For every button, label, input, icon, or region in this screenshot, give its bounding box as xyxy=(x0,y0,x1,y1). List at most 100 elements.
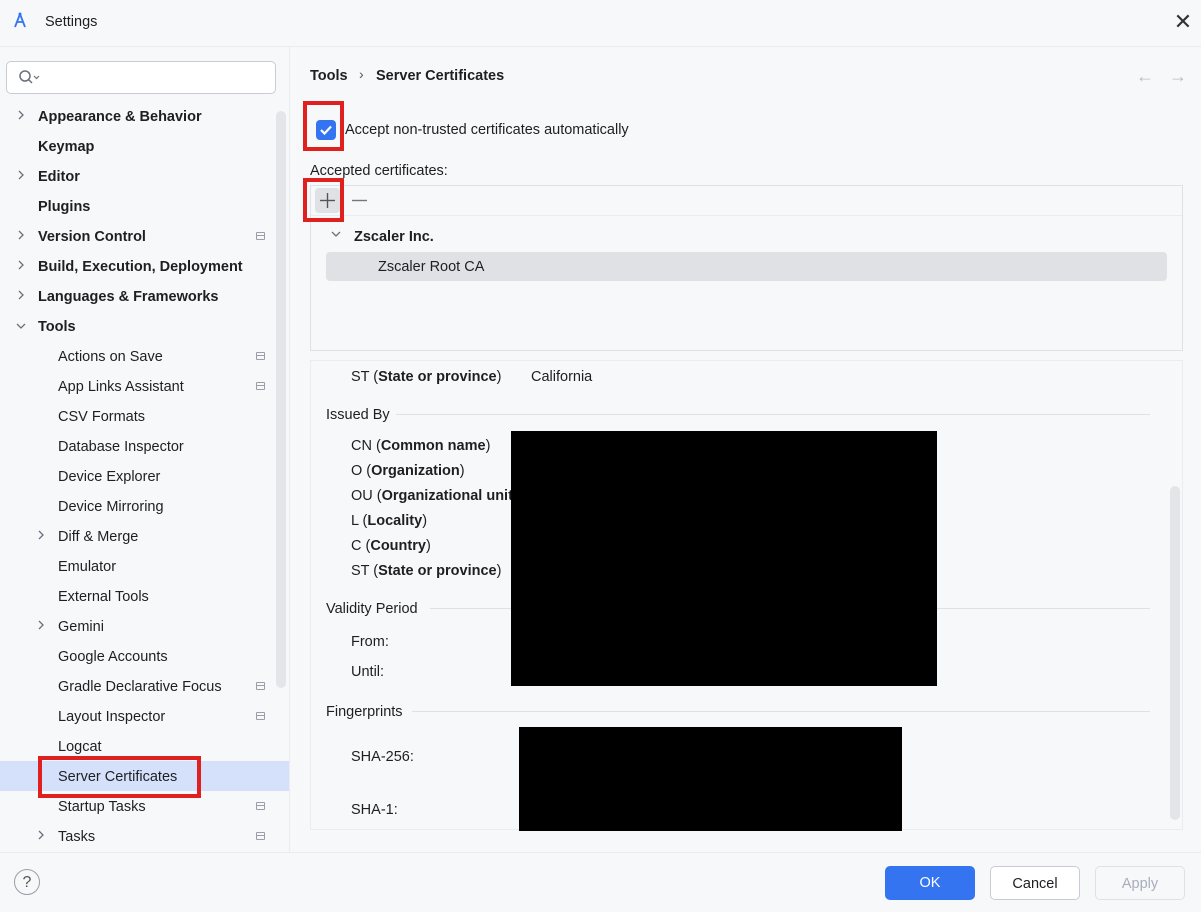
chevron-down-icon[interactable] xyxy=(15,312,27,342)
issuer-field: ST (State or province) xyxy=(351,563,502,579)
chevron-right-icon[interactable] xyxy=(35,822,47,852)
sidebar-item-label: App Links Assistant xyxy=(58,379,184,395)
toolbar-divider xyxy=(311,215,1182,216)
sidebar-item[interactable]: Editor xyxy=(0,162,289,192)
highlight-box-add xyxy=(303,178,344,222)
until-label: Until: xyxy=(351,664,385,680)
section-divider xyxy=(396,414,1150,415)
minus-icon xyxy=(352,199,367,202)
sidebar-item-label: Version Control xyxy=(38,229,146,245)
sidebar-item[interactable]: Version Control xyxy=(0,222,289,252)
sidebar-item-label: Keymap xyxy=(38,139,95,155)
sidebar-item-label: Gradle Declarative Focus xyxy=(58,679,222,695)
tree-group-zscaler[interactable]: Zscaler Inc. xyxy=(354,229,434,245)
tree-leaf-root-ca[interactable]: Zscaler Root CA xyxy=(378,259,484,275)
apply-button[interactable]: Apply xyxy=(1095,866,1185,900)
sha256-label: SHA-256: xyxy=(351,749,414,765)
sidebar-item-label: Gemini xyxy=(58,619,104,635)
sidebar-item-label: Database Inspector xyxy=(58,439,184,455)
chevron-right-icon[interactable] xyxy=(35,522,47,552)
title-bar xyxy=(0,0,1201,47)
fingerprints-title: Fingerprints xyxy=(326,704,403,720)
sidebar-item[interactable]: Device Mirroring xyxy=(0,492,289,522)
sidebar-item-label: CSV Formats xyxy=(58,409,146,425)
sidebar-item[interactable]: Actions on Save xyxy=(0,342,289,372)
issuer-field: L (Locality) xyxy=(351,513,428,529)
sidebar-item-label: External Tools xyxy=(58,589,149,605)
issuer-field: OU (Organizational unit) xyxy=(351,488,518,504)
sidebar-item[interactable]: Layout Inspector xyxy=(0,702,289,732)
help-icon[interactable]: ? xyxy=(14,869,40,895)
sidebar-item-label: Plugins xyxy=(38,199,91,215)
from-label: From: xyxy=(351,634,389,650)
sidebar-item[interactable]: Device Explorer xyxy=(0,462,289,492)
details-scrollbar[interactable] xyxy=(1170,486,1180,820)
sidebar-item[interactable]: Tasks xyxy=(0,822,289,852)
chevron-right-icon[interactable] xyxy=(15,222,27,252)
chevron-right-icon: › xyxy=(359,66,364,82)
sidebar-item[interactable]: External Tools xyxy=(0,582,289,612)
sidebar-item[interactable]: Gemini xyxy=(0,612,289,642)
sidebar-item-label: Google Accounts xyxy=(58,649,168,665)
breadcrumb-parent[interactable]: Tools xyxy=(310,68,348,84)
chevron-down-icon[interactable] xyxy=(330,228,342,242)
redacted-fingerprints xyxy=(519,727,902,831)
breadcrumb-current: Server Certificates xyxy=(376,68,505,84)
sidebar-item[interactable]: Diff & Merge xyxy=(0,522,289,552)
sidebar-item[interactable]: Build, Execution, Deployment xyxy=(0,252,289,282)
sha1-label: SHA-1: xyxy=(351,802,398,818)
sidebar-item[interactable]: Tools xyxy=(0,312,289,342)
chevron-right-icon[interactable] xyxy=(35,612,47,642)
sidebar-item[interactable]: Database Inspector xyxy=(0,432,289,462)
sidebar-item[interactable]: Appearance & Behavior xyxy=(0,102,289,132)
sidebar-item-label: Diff & Merge xyxy=(58,529,139,545)
accepted-certificates-label: Accepted certificates: xyxy=(310,163,448,179)
issuer-field: CN (Common name) xyxy=(351,438,491,454)
issued-by-title: Issued By xyxy=(326,407,390,423)
project-settings-icon xyxy=(256,802,265,810)
remove-certificate-button[interactable] xyxy=(348,188,370,213)
project-settings-icon xyxy=(256,382,265,390)
sidebar-item-label: Emulator xyxy=(58,559,117,575)
sidebar-item[interactable]: Keymap xyxy=(0,132,289,162)
close-icon[interactable]: ✕ xyxy=(1170,8,1196,36)
section-divider xyxy=(412,711,1150,712)
ok-button[interactable]: OK xyxy=(885,866,975,900)
project-settings-icon xyxy=(256,352,265,360)
chevron-right-icon[interactable] xyxy=(15,162,27,192)
sidebar-scrollbar[interactable] xyxy=(276,111,286,688)
search-input[interactable] xyxy=(6,61,276,94)
sidebar-item[interactable]: CSV Formats xyxy=(0,402,289,432)
app-logo-icon xyxy=(12,12,30,32)
chevron-right-icon[interactable] xyxy=(15,252,27,282)
project-settings-icon xyxy=(256,682,265,690)
validity-title: Validity Period xyxy=(326,601,418,617)
arrow-right-icon[interactable]: → xyxy=(1169,66,1187,87)
sidebar-item-label: Actions on Save xyxy=(58,349,163,365)
project-settings-icon xyxy=(256,832,265,840)
highlight-box-checkbox xyxy=(303,101,344,151)
sidebar-item-label: Device Explorer xyxy=(58,469,161,485)
sidebar-item-label: Languages & Frameworks xyxy=(38,289,219,305)
subject-st-value: California xyxy=(531,369,593,385)
arrow-left-icon[interactable]: ← xyxy=(1136,66,1154,87)
accept-untrusted-label[interactable]: Accept non-trusted certificates automati… xyxy=(345,122,629,138)
sidebar-item[interactable]: Google Accounts xyxy=(0,642,289,672)
sidebar-item-label: Tasks xyxy=(58,829,96,845)
chevron-right-icon[interactable] xyxy=(15,102,27,132)
sidebar-item-label: Appearance & Behavior xyxy=(38,109,202,125)
sidebar-item[interactable]: Gradle Declarative Focus xyxy=(0,672,289,702)
cancel-button[interactable]: Cancel xyxy=(990,866,1080,900)
sidebar-item[interactable]: Emulator xyxy=(0,552,289,582)
sidebar-item-label: Tools xyxy=(38,319,76,335)
sidebar-item[interactable]: App Links Assistant xyxy=(0,372,289,402)
sidebar-item-label: Layout Inspector xyxy=(58,709,166,725)
sidebar-item[interactable]: Plugins xyxy=(0,192,289,222)
chevron-right-icon[interactable] xyxy=(15,282,27,312)
subject-st-field: ST (State or province) xyxy=(351,369,502,385)
sidebar-item-label: Editor xyxy=(38,169,80,185)
sidebar-item-label: Device Mirroring xyxy=(58,499,164,515)
sidebar-item[interactable]: Languages & Frameworks xyxy=(0,282,289,312)
window-title: Settings xyxy=(45,14,98,30)
project-settings-icon xyxy=(256,232,265,240)
